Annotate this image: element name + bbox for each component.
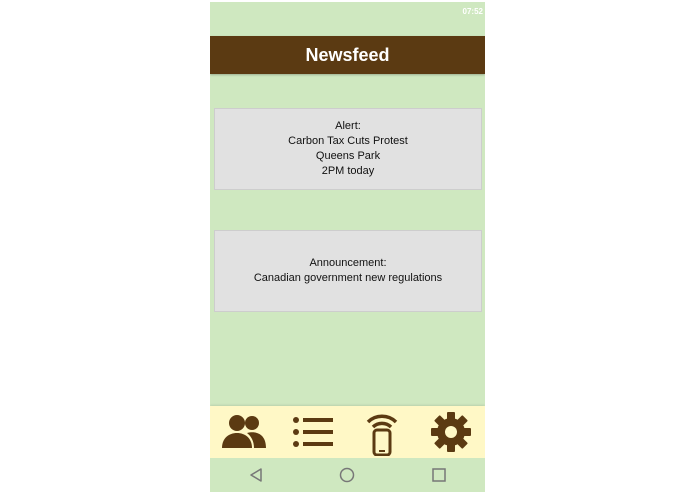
app-header: Newsfeed — [210, 36, 485, 74]
nav-device-button[interactable] — [357, 407, 407, 457]
card-line: Carbon Tax Cuts Protest — [288, 135, 408, 147]
recent-apps-button[interactable] — [424, 460, 454, 490]
page-title: Newsfeed — [305, 44, 390, 65]
phone-screen: 07:52 Newsfeed Alert: Carbon Tax Cuts Pr… — [210, 2, 485, 492]
back-button[interactable] — [241, 460, 271, 490]
nav-list-button[interactable] — [288, 407, 338, 457]
news-card-alert[interactable]: Alert: Carbon Tax Cuts Protest Queens Pa… — [214, 108, 482, 190]
status-bar: 07:52 — [210, 2, 485, 22]
people-icon — [222, 415, 267, 448]
status-time: 07:52 — [462, 7, 483, 16]
card-line: Announcement: — [309, 257, 387, 269]
nav-settings-button[interactable] — [426, 407, 476, 457]
nav-people-button[interactable] — [219, 407, 269, 457]
system-navigation-bar — [210, 458, 485, 492]
card-line: Alert: — [335, 120, 361, 132]
home-icon — [340, 467, 355, 483]
back-icon — [250, 468, 262, 482]
card-line: Queens Park — [315, 150, 381, 162]
recent-apps-icon — [432, 468, 446, 482]
card-line: Canadian government new regulations — [253, 272, 443, 284]
phone-signal-icon — [366, 414, 398, 456]
card-line: 2PM today — [321, 165, 375, 177]
news-card-announcement[interactable]: Announcement: Canadian government new re… — [214, 230, 482, 312]
list-icon — [293, 417, 334, 447]
bottom-nav — [210, 406, 485, 458]
home-button[interactable] — [332, 460, 362, 490]
gear-icon — [430, 412, 471, 452]
